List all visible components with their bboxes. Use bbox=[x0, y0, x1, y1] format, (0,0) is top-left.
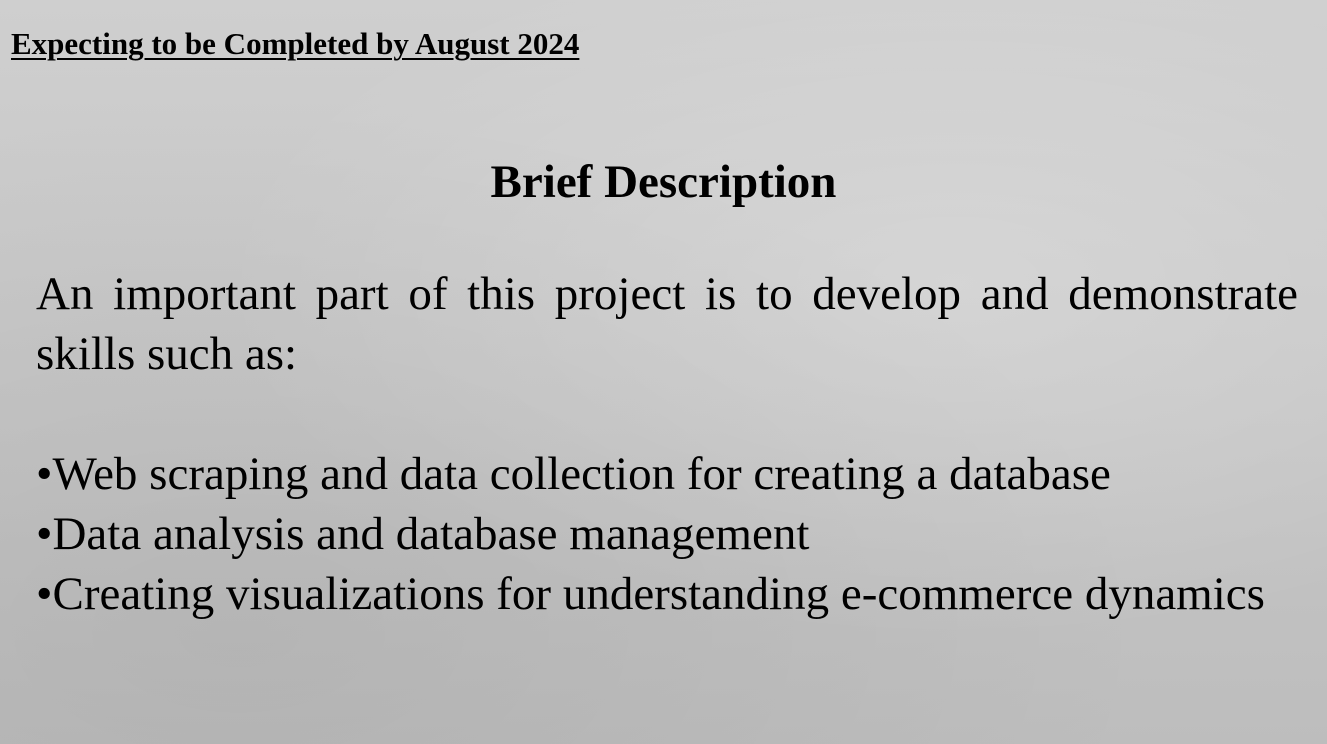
bullet-icon: • bbox=[36, 568, 53, 620]
skill-item-visualizations: •Creating visualizations for understandi… bbox=[36, 564, 1298, 624]
skill-item-data-analysis: •Data analysis and database management bbox=[36, 504, 1298, 564]
slide: Expecting to be Completed by August 2024… bbox=[0, 0, 1327, 744]
completion-note: Expecting to be Completed by August 2024 bbox=[11, 26, 580, 61]
skills-list: •Web scraping and data collection for cr… bbox=[36, 444, 1298, 624]
skill-text: Web scraping and data collection for cre… bbox=[52, 448, 1111, 500]
description-body: An important part of this project is to … bbox=[36, 264, 1298, 624]
bullet-icon: • bbox=[36, 508, 53, 560]
bullet-icon: • bbox=[36, 448, 53, 500]
skill-item-web-scraping: •Web scraping and data collection for cr… bbox=[36, 444, 1298, 504]
skill-text: Creating visualizations for understandin… bbox=[52, 568, 1265, 620]
intro-paragraph: An important part of this project is to … bbox=[36, 268, 1298, 380]
section-title: Brief Description bbox=[490, 156, 837, 208]
skill-text: Data analysis and database management bbox=[52, 508, 810, 560]
